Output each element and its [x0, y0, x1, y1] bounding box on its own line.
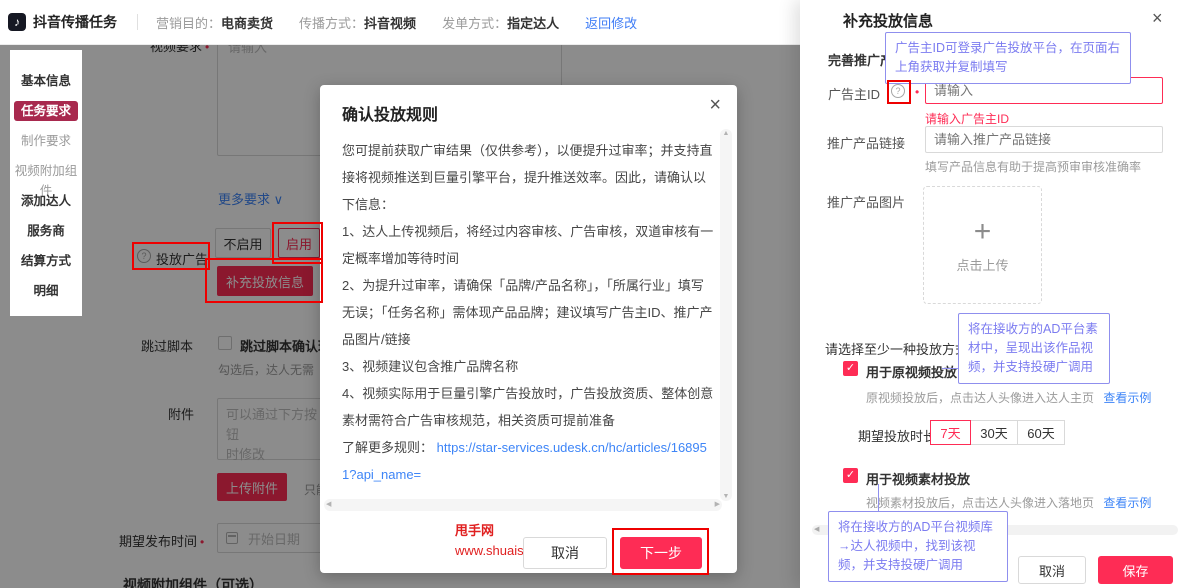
tooltip-connector [942, 368, 958, 369]
check-icon: ✓ [846, 469, 855, 481]
duration-option-30d[interactable]: 30天 [970, 420, 1018, 445]
nav-order-method: 发单方式：指定达人 [442, 13, 559, 32]
sidebar-item-video-addon[interactable]: 视频附加组件 [10, 156, 82, 186]
sidebar-item-settlement[interactable]: 结算方式 [10, 246, 82, 276]
learn-more-label: 了解更多规则： [342, 440, 433, 455]
scroll-left-icon[interactable]: ◀ [814, 525, 819, 535]
product-link-label: 推广产品链接 [827, 133, 905, 152]
material-video-example-link[interactable]: 查看示例 [1103, 496, 1151, 510]
product-image-upload[interactable]: + 点击上传 [923, 186, 1042, 304]
modal-next-button[interactable]: 下一步 [620, 537, 702, 569]
advertiser-id-error: 请输入广告主ID [925, 110, 1009, 127]
material-video-helper: 视频素材投放后，点击达人头像进入落地页 查看示例 [866, 494, 1151, 511]
modal-vertical-scrollbar[interactable]: ▲ ▼ [720, 129, 732, 501]
material-video-tooltip: 将在接收方的AD平台视频库→达人视频中，找到该视频，并支持投硬广调用 [828, 511, 1008, 582]
panel-close-icon[interactable]: × [1152, 8, 1163, 29]
panel-cancel-button[interactable]: 取消 [1018, 556, 1086, 584]
sidebar: 基本信息 任务要求 制作要求 视频附加组件 添加达人 服务商 结算方式 明细 [10, 50, 82, 316]
nav-value: 抖音视频 [364, 16, 416, 31]
modal-paragraph: 4、视频实际用于巨量引擎广告投放时，广告投放资质、整体创意素材需符合广告审核规范… [342, 380, 714, 434]
original-video-example-link[interactable]: 查看示例 [1103, 391, 1151, 405]
app-root: ♪ 抖音传播任务 营销目的：电商卖货 传播方式：抖音视频 发单方式：指定达人 返… [0, 0, 1178, 588]
modal-paragraph: 1、达人上传视频后，将经过内容审核、广告审核，双道审核有一定概率增加等待时间 [342, 218, 714, 272]
sidebar-item-add-creator[interactable]: 添加达人 [10, 186, 82, 216]
sidebar-item-production-req[interactable]: 制作要求 [10, 126, 82, 156]
product-link-input[interactable] [925, 126, 1163, 153]
upload-text: 点击上传 [956, 255, 1008, 274]
panel-title: 补充投放信息 [843, 10, 933, 31]
panel-save-button[interactable]: 保存 [1098, 556, 1173, 584]
nav-marketing-goal: 营销目的：电商卖货 [156, 13, 273, 32]
material-video-label: 用于视频素材投放 [866, 469, 970, 488]
duration-option-60d[interactable]: 60天 [1017, 420, 1065, 445]
modal-paragraph: 您可提前获取广审结果（仅供参考），以便提升过审率；并支持直接将视频推送到巨量引擎… [342, 137, 714, 218]
modal-body: 您可提前获取广审结果（仅供参考），以便提升过审率；并支持直接将视频推送到巨量引擎… [342, 137, 714, 488]
modal-title: 确认投放规则 [342, 101, 438, 125]
scroll-left-icon[interactable]: ◀ [326, 499, 331, 511]
advertiser-id-tooltip: 广告主ID可登录广告投放平台，在页面右上角获取并复制填写 [885, 32, 1131, 84]
scroll-up-icon[interactable]: ▲ [720, 130, 732, 137]
scroll-right-icon[interactable]: ▶ [715, 499, 720, 511]
material-video-checkbox[interactable]: ✓ [843, 468, 858, 483]
modal-learn-more: 了解更多规则： https://star-services.udesk.cn/h… [342, 434, 714, 488]
helper-text: 原视频投放后，点击达人头像进入达人主页 [866, 391, 1094, 405]
app-title: 抖音传播任务 [33, 12, 117, 32]
original-video-checkbox[interactable]: ✓ [843, 361, 858, 376]
original-video-label: 用于原视频投放 [866, 362, 957, 381]
sidebar-item-detail[interactable]: 明细 [10, 276, 82, 306]
modal-cancel-button[interactable]: 取消 [523, 537, 607, 569]
plus-icon: + [974, 217, 992, 247]
product-link-helper: 填写产品信息有助于提高预审审核准确率 [925, 158, 1141, 175]
back-modify-link[interactable]: 返回修改 [585, 13, 637, 32]
scroll-down-icon[interactable]: ▼ [720, 493, 732, 500]
helper-text: 视频素材投放后，点击达人头像进入落地页 [866, 496, 1094, 510]
modal-paragraph: 2、为提升过审率，请确保「品牌/产品名称」，「所属行业」填写无误；「任务名称」需… [342, 272, 714, 353]
delivery-prompt: 请选择至少一种投放方式 [825, 339, 968, 358]
confirm-rules-modal: 确认投放规则 × 您可提前获取广审结果（仅供参考），以便提升过审率；并支持直接将… [320, 85, 737, 573]
sidebar-item-label: 任务要求 [14, 101, 78, 121]
header-divider [137, 14, 138, 30]
tooltip-connector [878, 484, 879, 512]
supplement-info-panel: 补充投放信息 × 广告主ID可登录广告投放平台，在页面右上角获取并复制填写 完善… [800, 0, 1178, 588]
advertiser-id-label: 广告主ID [828, 84, 880, 103]
duration-option-7d[interactable]: 7天 [930, 420, 971, 445]
nav-label: 营销目的： [156, 16, 221, 31]
product-image-label: 推广产品图片 [827, 192, 905, 211]
original-video-tooltip: 将在接收方的AD平台素材中，呈现出该作品视频，并支持投硬广调用 [958, 313, 1110, 384]
nav-label: 发单方式： [442, 16, 507, 31]
sidebar-item-basic-info[interactable]: 基本信息 [10, 66, 82, 96]
original-video-helper: 原视频投放后，点击达人头像进入达人主页 查看示例 [866, 389, 1151, 406]
advertiser-help-icon[interactable]: ? [891, 84, 905, 98]
sidebar-item-service-provider[interactable]: 服务商 [10, 216, 82, 246]
sidebar-item-task-req[interactable]: 任务要求 [10, 96, 82, 126]
douyin-logo-icon: ♪ [8, 13, 26, 31]
nav-spread-method: 传播方式：抖音视频 [299, 13, 416, 32]
nav-value: 电商卖货 [221, 16, 273, 31]
nav-value: 指定达人 [507, 16, 559, 31]
music-note-icon: ♪ [14, 15, 20, 29]
modal-paragraph: 3、视频建议包含推广品牌名称 [342, 353, 714, 380]
required-dot: • [915, 85, 919, 99]
modal-close-icon[interactable]: × [709, 95, 721, 115]
nav-label: 传播方式： [299, 16, 364, 31]
modal-horizontal-scrollbar[interactable]: ◀ ▶ [324, 499, 722, 511]
check-icon: ✓ [846, 362, 855, 374]
